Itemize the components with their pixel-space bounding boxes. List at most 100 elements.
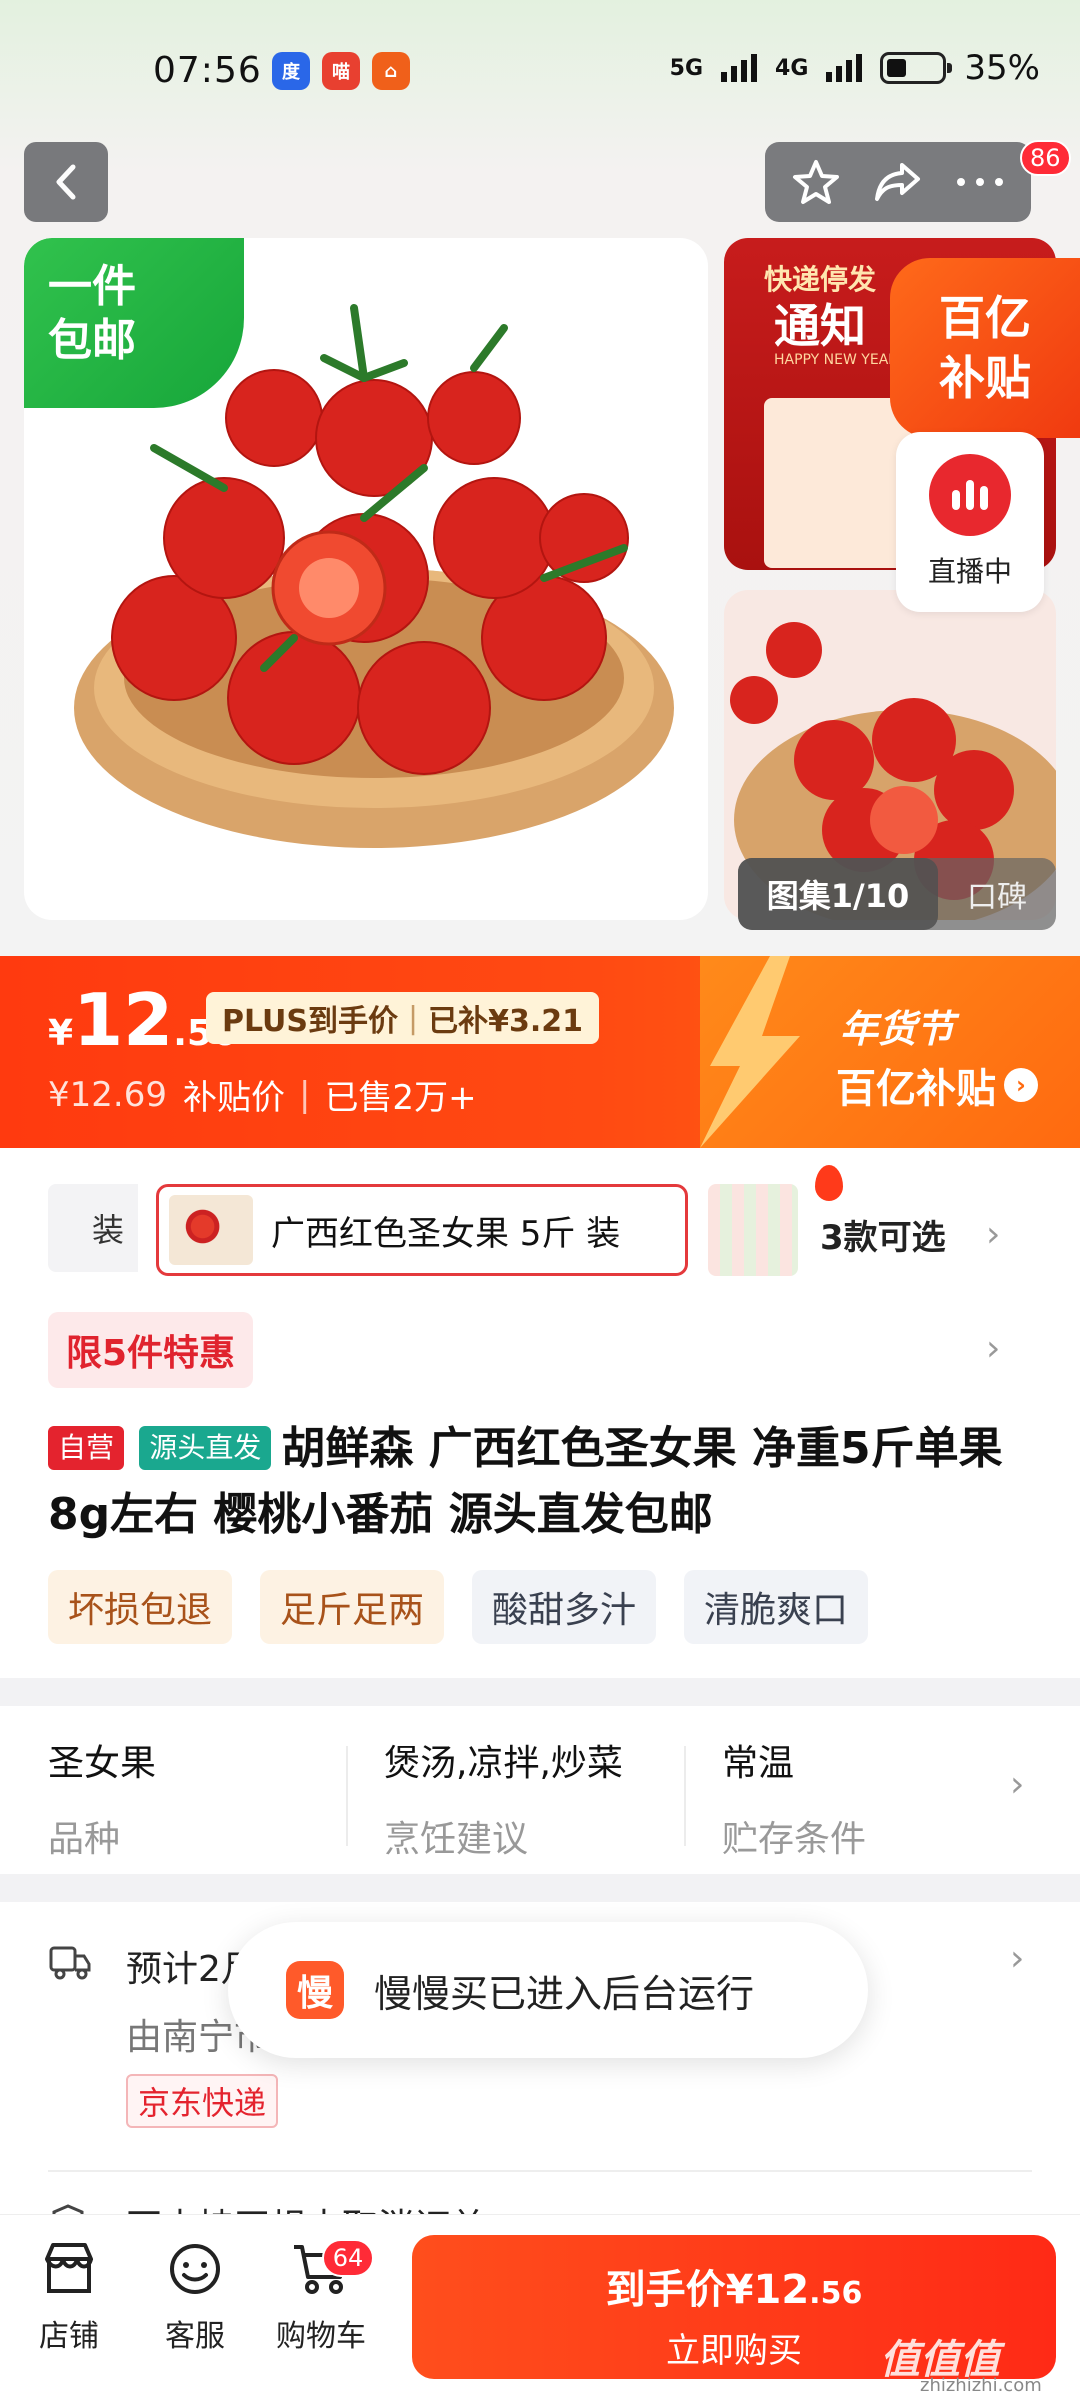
self-operated-tag: 自营 bbox=[48, 1426, 125, 1470]
home-app-icon: ⌂ bbox=[372, 52, 410, 90]
spec-variety: 圣女果 品种 bbox=[48, 1734, 156, 1862]
variant-selected[interactable]: 广西红色圣女果 5斤 装 bbox=[156, 1165, 843, 1276]
chevron-right-icon[interactable]: › bbox=[986, 1328, 1000, 1369]
buy-price-decimal: .56 bbox=[809, 2276, 863, 2311]
hot-flame-icon bbox=[815, 1165, 843, 1201]
chip: 坏损包退 bbox=[48, 1570, 233, 1644]
notification-badge: 86 bbox=[1020, 140, 1071, 176]
watermark-url: zhizhizhi.com bbox=[920, 2375, 1042, 2396]
buy-price: 到手价¥12.56 bbox=[412, 2257, 1056, 2315]
price-currency: ¥ bbox=[48, 1013, 74, 1054]
signal-4g-label: 4G bbox=[775, 55, 809, 81]
product-info-card: 装 广西红色圣女果 5斤 装 3款可选 › 限5件特惠 › 自营 源头直发 胡鲜森… bbox=[0, 1148, 1080, 1678]
star-icon[interactable] bbox=[791, 157, 841, 207]
review-tab[interactable]: 口碑 bbox=[938, 872, 1056, 916]
limit-offer-tag: 限5件特惠 bbox=[48, 1312, 254, 1388]
chip: 足斤足两 bbox=[260, 1570, 445, 1644]
plus-label: PLUS到手价 bbox=[222, 1004, 399, 1039]
chip: 清脆爽口 bbox=[684, 1570, 869, 1644]
divider bbox=[48, 2170, 1032, 2172]
customer-service-icon bbox=[170, 2244, 220, 2294]
bottom-action-bar: 店铺 客服 购物车 64 到手价¥12.56 立即购买 值值值 zhizhizh… bbox=[0, 2214, 1080, 2400]
battery-percent: 35% bbox=[964, 48, 1040, 88]
store-label: 店铺 bbox=[39, 2319, 99, 2354]
lightning-bolt-icon bbox=[700, 956, 800, 1148]
spec-key: 贮存条件 bbox=[722, 1819, 867, 1860]
free-ship-line1: 一件 bbox=[48, 261, 136, 312]
chevron-right-icon: › bbox=[1004, 1068, 1038, 1102]
plus-saved: 已补¥3.21 bbox=[428, 1004, 584, 1039]
source-direct-tag: 源头直发 bbox=[139, 1426, 272, 1470]
festival-title: 年货节 bbox=[840, 1007, 955, 1051]
back-button[interactable] bbox=[24, 142, 108, 222]
more-icon[interactable] bbox=[955, 176, 1005, 188]
main-product-image[interactable]: 一件 包邮 bbox=[24, 238, 708, 920]
spec-card[interactable]: 圣女果 品种 煲汤,凉拌,炒菜 烹饪建议 常温 贮存条件 › bbox=[0, 1706, 1080, 1874]
divider bbox=[684, 1746, 686, 1846]
notice-heading: 通知 bbox=[774, 299, 866, 353]
spec-key: 烹饪建议 bbox=[384, 1819, 529, 1860]
status-right: 5G 4G 35% bbox=[670, 48, 1040, 88]
sold-count: 已售2万+ bbox=[324, 1078, 477, 1118]
subsidy-line1: 百亿 bbox=[939, 291, 1031, 345]
spec-storage: 常温 贮存条件 bbox=[722, 1734, 866, 1862]
signal-bars-2-icon bbox=[826, 54, 863, 82]
feature-chips: 坏损包退 足斤足两 酸甜多汁 清脆爽口 bbox=[48, 1570, 869, 1644]
variant-prev[interactable]: 装 bbox=[48, 1184, 138, 1272]
original-price: ¥12.69 bbox=[48, 1074, 167, 1115]
share-icon[interactable] bbox=[872, 159, 924, 205]
signal-bars-icon bbox=[721, 54, 758, 82]
baidu-app-icon: 度 bbox=[272, 52, 310, 90]
free-shipping-badge: 一件 包邮 bbox=[24, 238, 244, 408]
plus-price-tag: PLUS到手价 | 已补¥3.21 bbox=[206, 992, 600, 1044]
courier-tag: 京东快递 bbox=[126, 2074, 279, 2128]
variant-count[interactable]: 3款可选 bbox=[820, 1210, 946, 1259]
festival-subsidy-label: 百亿补贴 bbox=[836, 1066, 996, 1112]
chip: 酸甜多汁 bbox=[472, 1570, 657, 1644]
live-label: 直播中 bbox=[927, 555, 1012, 588]
spec-cooking: 煲汤,凉拌,炒菜 烹饪建议 bbox=[384, 1734, 623, 1862]
spec-value: 常温 bbox=[722, 1743, 795, 1784]
cart-label: 购物车 bbox=[276, 2319, 366, 2354]
app-logo-icon: 慢 bbox=[286, 1961, 344, 2019]
spec-value: 圣女果 bbox=[48, 1743, 157, 1784]
store-icon bbox=[45, 2243, 93, 2293]
cart-count-badge: 64 bbox=[322, 2239, 374, 2277]
variant-thumb bbox=[169, 1195, 253, 1265]
variant-next[interactable] bbox=[708, 1184, 798, 1276]
spec-value: 煲汤,凉拌,炒菜 bbox=[384, 1743, 623, 1784]
nav-actions bbox=[765, 142, 1031, 222]
subsidy-badge[interactable]: 百亿 补贴 bbox=[890, 258, 1080, 438]
chevron-left-icon bbox=[56, 164, 76, 200]
price-integer: 12 bbox=[73, 978, 174, 1062]
price-type-label: 补贴价 bbox=[182, 1078, 285, 1118]
status-time: 07:56 bbox=[153, 50, 262, 91]
subsidy-line2: 补贴 bbox=[939, 351, 1031, 405]
divider bbox=[346, 1746, 348, 1846]
product-title-block: 自营 源头直发 胡鲜森 广西红色圣女果 净重5斤单果8g左右 樱桃小番茄 源头直发… bbox=[48, 1416, 1038, 1548]
chevron-right-icon[interactable]: › bbox=[986, 1214, 1000, 1255]
gallery-tabs: 图集1/10 口碑 bbox=[738, 858, 1056, 930]
gallery-counter[interactable]: 图集1/10 bbox=[738, 858, 938, 930]
store-button[interactable]: 店铺 bbox=[14, 2241, 124, 2355]
price-secondary: ¥12.69 补贴价 | 已售2万+ bbox=[48, 1070, 477, 1119]
background-toast: 慢 慢慢买已进入后台运行 bbox=[228, 1922, 868, 2058]
app-notification-icon: 喵 bbox=[322, 52, 360, 90]
status-bar: 07:56 度 喵 ⌂ 5G 4G 35% bbox=[0, 0, 1080, 140]
service-button[interactable]: 客服 bbox=[140, 2241, 250, 2355]
buy-price-main: 到手价¥12 bbox=[605, 2267, 810, 2313]
service-label: 客服 bbox=[165, 2319, 225, 2354]
variant-label: 广西红色圣女果 5斤 装 bbox=[271, 1213, 621, 1254]
chevron-right-icon: › bbox=[1010, 1764, 1025, 1805]
signal-5g-label: 5G bbox=[669, 55, 704, 81]
live-icon bbox=[929, 454, 1011, 536]
spec-key: 品种 bbox=[48, 1819, 121, 1860]
festival-subsidy[interactable]: 百亿补贴 › bbox=[836, 1056, 1038, 1114]
notice-subtitle: HAPPY NEW YEAR bbox=[774, 352, 898, 368]
truck-icon bbox=[49, 1946, 91, 1980]
battery-icon bbox=[880, 52, 953, 84]
toast-message: 慢慢买已进入后台运行 bbox=[374, 1971, 755, 2016]
free-ship-line2: 包邮 bbox=[48, 315, 136, 366]
chevron-right-icon: › bbox=[1010, 1938, 1025, 1979]
live-stream-button[interactable]: 直播中 bbox=[896, 432, 1044, 612]
